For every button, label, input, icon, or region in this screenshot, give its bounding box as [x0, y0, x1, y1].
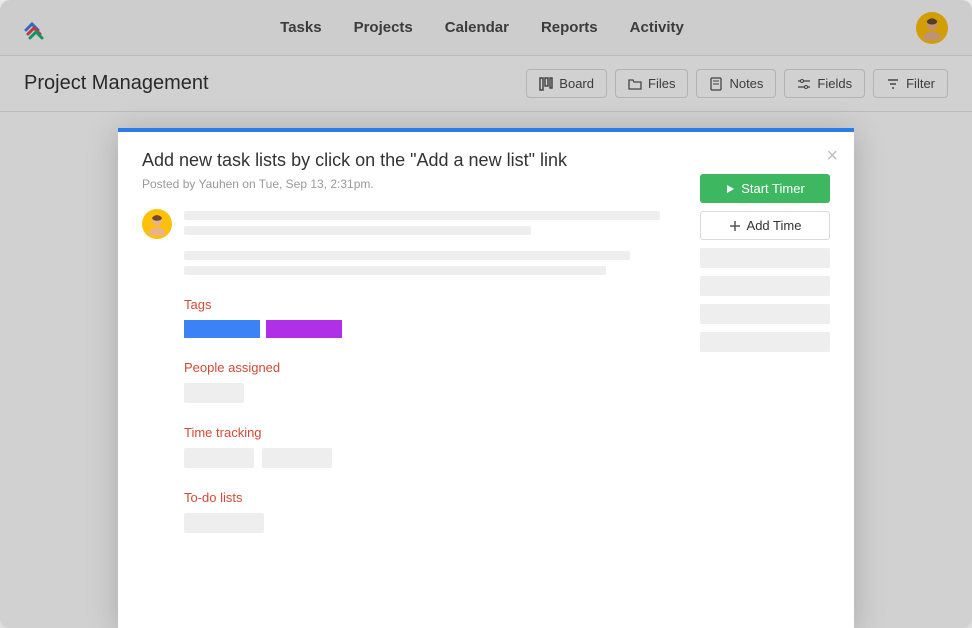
section-people: People assigned: [184, 360, 680, 403]
todo-placeholder: [184, 513, 264, 533]
task-title: Add new task lists by click on the "Add …: [142, 150, 680, 171]
people-label: People assigned: [184, 360, 680, 375]
start-timer-button[interactable]: Start Timer: [700, 174, 830, 203]
plus-icon: [729, 220, 741, 232]
add-time-label: Add Time: [747, 218, 802, 233]
time-value-placeholder: [184, 448, 254, 468]
time-value-placeholder: [262, 448, 332, 468]
sidebar-placeholder: [700, 332, 830, 352]
tag-chip[interactable]: [266, 320, 342, 338]
description-placeholder: [184, 209, 680, 275]
tag-chip[interactable]: [184, 320, 260, 338]
sidebar-placeholder: [700, 276, 830, 296]
assignee-placeholder: [184, 383, 244, 403]
section-todos: To-do lists: [184, 490, 680, 533]
modal-main: Add new task lists by click on the "Add …: [142, 150, 680, 604]
author-avatar[interactable]: [142, 209, 172, 239]
section-tags: Tags: [184, 297, 680, 338]
app-window: Tasks Projects Calendar Reports Activity…: [0, 0, 972, 628]
start-timer-label: Start Timer: [741, 181, 805, 196]
time-tracking-label: Time tracking: [184, 425, 680, 440]
play-icon: [725, 184, 735, 194]
close-icon[interactable]: ×: [826, 146, 838, 166]
todos-label: To-do lists: [184, 490, 680, 505]
section-time: Time tracking: [184, 425, 680, 468]
add-time-button[interactable]: Add Time: [700, 211, 830, 240]
sidebar-placeholder: [700, 304, 830, 324]
task-detail-modal: × Add new task lists by click on the "Ad…: [118, 128, 854, 628]
tags-label: Tags: [184, 297, 680, 312]
modal-sidebar: Start Timer Add Time: [700, 150, 830, 604]
task-meta: Posted by Yauhen on Tue, Sep 13, 2:31pm.: [142, 177, 680, 191]
sidebar-placeholder: [700, 248, 830, 268]
task-description-row: [142, 209, 680, 275]
